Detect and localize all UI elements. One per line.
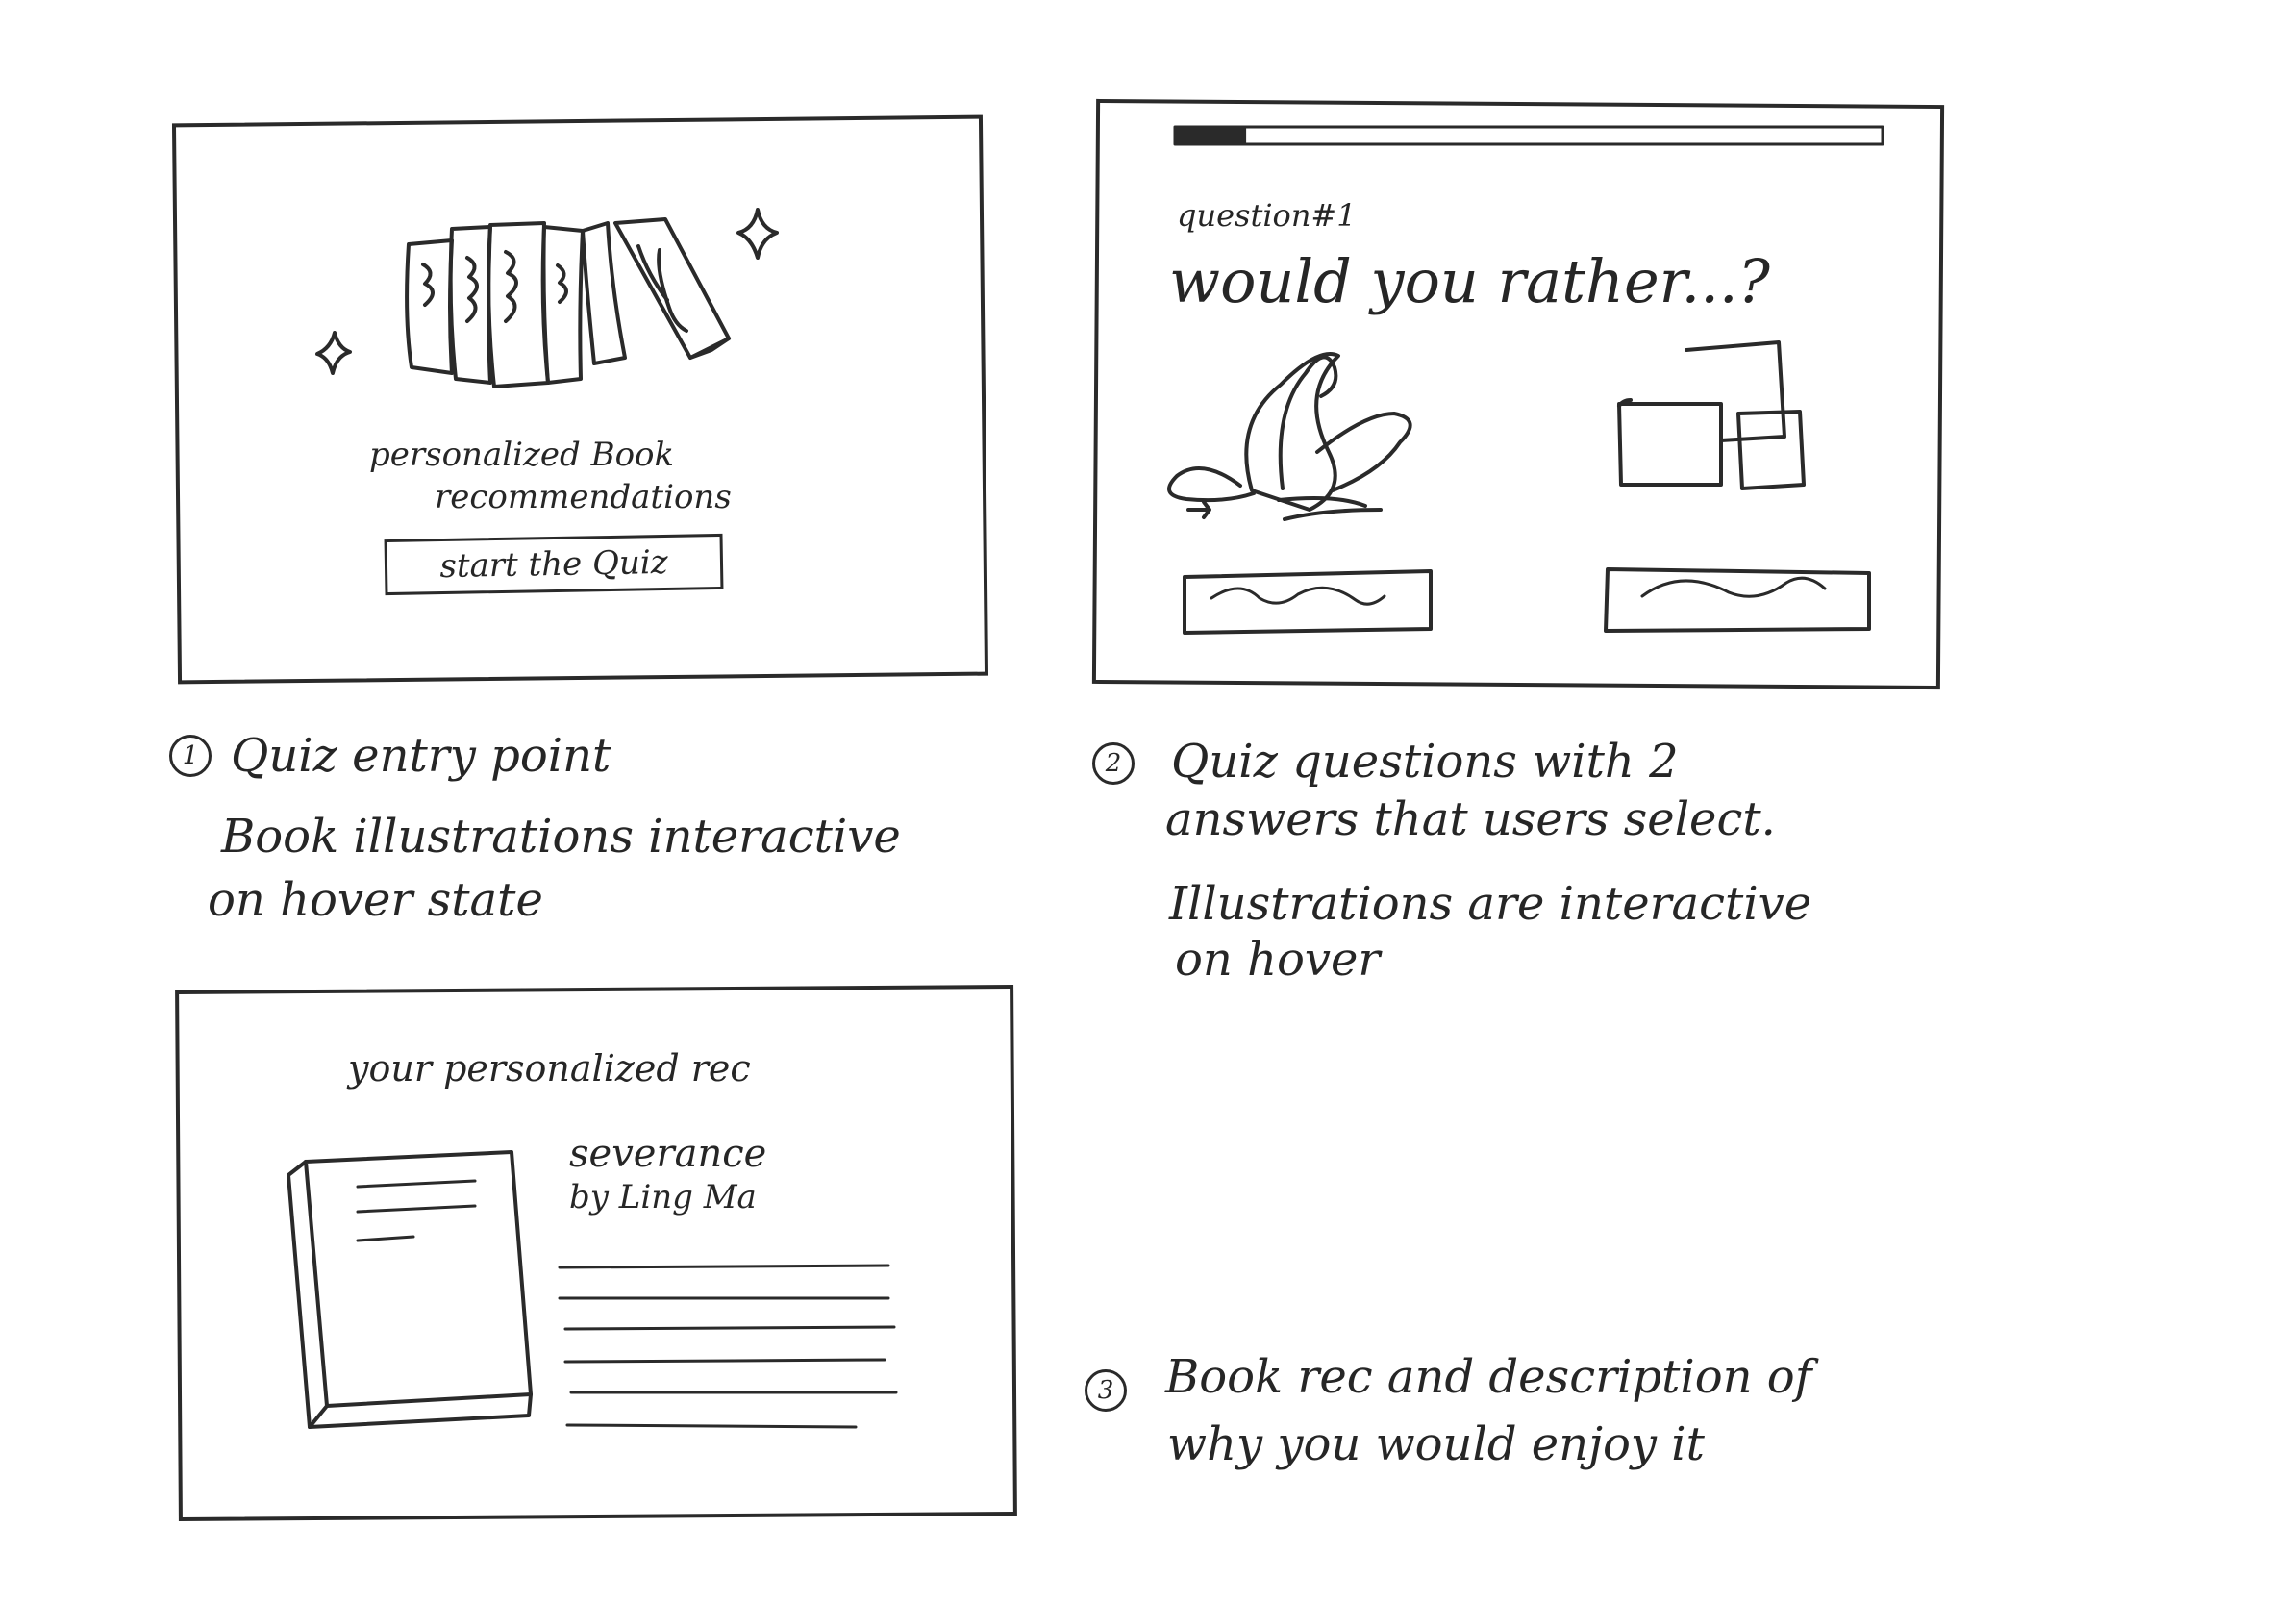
entry-title-line1: personalized Book (369, 436, 675, 474)
result-heading: your personalized rec (348, 1047, 751, 1090)
note-2-line-3: Illustrations are interactive (1169, 877, 1812, 931)
note-3-line-1: Book rec and description of (1165, 1350, 1812, 1404)
question-text: would you rather...? (1169, 246, 1770, 316)
note-2-line-1: Quiz questions with 2 (1171, 735, 1679, 789)
entry-title-line2: recommendations (435, 478, 732, 516)
note-2-line-4: on hover (1175, 933, 1381, 987)
note-1-line-1: Quiz entry point (231, 729, 611, 783)
note-3-number: 3 (1085, 1369, 1127, 1412)
book-title: severance (569, 1132, 767, 1176)
question-number-label: question#1 (1177, 197, 1357, 234)
note-2-number: 2 (1092, 742, 1135, 785)
note-1-line-3: on hover state (208, 873, 543, 927)
note-2-line-2: answers that users select. (1165, 792, 1776, 846)
start-quiz-button[interactable]: start the Quiz (384, 533, 724, 596)
note-1-number: 1 (169, 735, 212, 777)
book-author: by Ling Ma (569, 1178, 757, 1216)
note-3-line-2: why you would enjoy it (1167, 1417, 1705, 1471)
quiz-entry-frame (171, 114, 989, 685)
note-1-line-2: Book illustrations interactive (221, 810, 901, 864)
quiz-question-frame (1091, 98, 1945, 690)
